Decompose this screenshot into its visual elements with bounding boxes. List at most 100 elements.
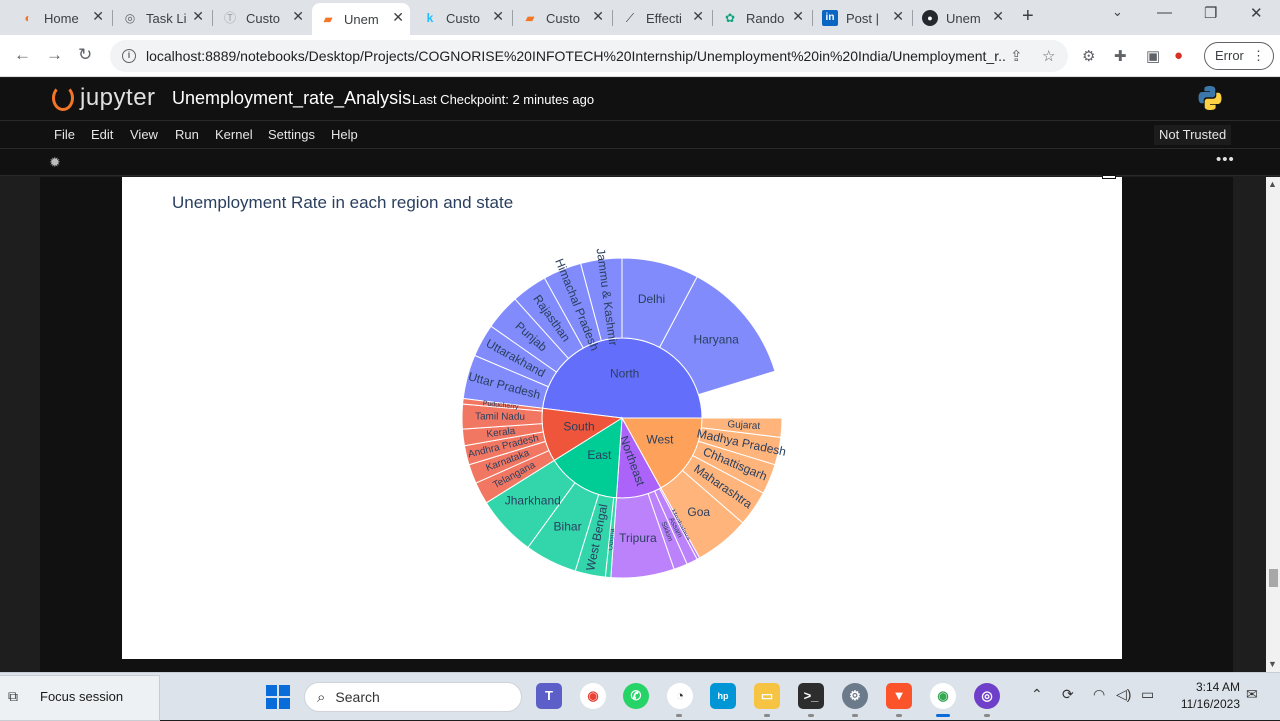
close-icon[interactable]: ✕: [992, 8, 1004, 25]
plot-toolbar-handle[interactable]: [1102, 175, 1116, 179]
region-label: East: [587, 448, 612, 462]
search-icon: ⌕: [317, 688, 326, 706]
close-icon[interactable]: ✕: [892, 8, 904, 25]
close-icon[interactable]: ✕: [792, 8, 804, 25]
jupyter-logo[interactable]: jupyter: [52, 84, 156, 112]
menu-settings[interactable]: Settings: [268, 127, 315, 142]
windows-start-icon[interactable]: [266, 685, 290, 709]
chrome-active-icon[interactable]: ◉: [930, 683, 956, 709]
state-label: Tripura: [619, 531, 657, 545]
scroll-down-icon[interactable]: ▼: [1268, 659, 1277, 669]
focus-label: Focus session: [40, 689, 124, 704]
back-arrow-icon[interactable]: ←: [14, 45, 31, 65]
tab-home[interactable]: ◐ Home ✕: [12, 5, 110, 31]
url-text: localhost:8889/notebooks/Desktop/Project…: [146, 48, 1006, 64]
menu-kernel[interactable]: Kernel: [215, 127, 253, 142]
tab-random[interactable]: ✿ Rando ✕: [714, 5, 810, 31]
info-icon[interactable]: i: [122, 49, 136, 63]
tab-custom-1[interactable]: Ⓣ Custo ✕: [214, 5, 310, 31]
reload-icon[interactable]: ↻: [78, 45, 92, 65]
menu-edit[interactable]: Edit: [91, 127, 113, 142]
volume-icon[interactable]: ◁): [1116, 686, 1131, 703]
bug-icon[interactable]: ✹: [49, 154, 61, 171]
notification-icon[interactable]: ✉: [1246, 686, 1258, 703]
url-bar[interactable]: i localhost:8889/notebooks/Desktop/Proje…: [110, 40, 1068, 72]
close-icon[interactable]: ✕: [292, 8, 304, 25]
wifi-icon[interactable]: ◠: [1093, 686, 1105, 703]
minimize-button[interactable]: —: [1157, 4, 1172, 21]
hp-icon[interactable]: hp: [710, 683, 736, 709]
close-icon[interactable]: ✕: [192, 8, 204, 25]
close-window-button[interactable]: ✕: [1250, 4, 1263, 22]
close-icon[interactable]: ✕: [592, 8, 604, 25]
region-label: West: [646, 433, 674, 447]
brave-icon[interactable]: ▼: [886, 683, 912, 709]
running-indicator: [764, 714, 770, 717]
taskbar-search[interactable]: ⌕ Search: [304, 682, 522, 712]
new-tab-button[interactable]: +: [1022, 5, 1034, 28]
globe-icon: ◎: [124, 11, 136, 25]
settings-gear-icon[interactable]: ⚙: [842, 683, 868, 709]
tab-label: Post |: [846, 10, 880, 26]
running-indicator: [896, 714, 902, 717]
vertical-scrollbar[interactable]: ▲ ▼: [1266, 177, 1280, 672]
teams-icon[interactable]: T: [536, 683, 562, 709]
running-indicator: [852, 714, 858, 717]
focus-session-widget[interactable]: ⧉ Focus session: [0, 675, 160, 721]
file-explorer-icon[interactable]: ▭: [754, 683, 780, 709]
plot-output: Unemployment Rate in each region and sta…: [122, 175, 1122, 659]
chart-icon: ⟋: [625, 11, 635, 25]
puzzle-icon[interactable]: ✚: [1114, 47, 1127, 65]
close-icon[interactable]: ✕: [92, 8, 104, 25]
sidebar-icon[interactable]: ▣: [1146, 47, 1160, 65]
menu-help[interactable]: Help: [331, 127, 358, 142]
chrome-icon[interactable]: ◉: [580, 683, 606, 709]
tab-unemployment-active[interactable]: ▰ Unem ✕: [312, 3, 410, 35]
avatar[interactable]: ●: [1174, 47, 1183, 64]
sunburst-chart[interactable]: NorthHaryanaDelhiJammu & KashmirHimachal…: [122, 177, 1122, 659]
chevron-up-icon[interactable]: ⌃: [1031, 686, 1043, 703]
tab-effective[interactable]: ⟋ Effecti ✕: [614, 5, 710, 31]
tab-task-list[interactable]: ◎ Task Li ✕: [114, 5, 210, 31]
scroll-up-icon[interactable]: ▲: [1268, 179, 1277, 189]
tab-github[interactable]: ● Unem ✕: [914, 5, 1010, 31]
system-clock[interactable]: 3:14 AM 11/16/2023: [1170, 679, 1240, 713]
more-icon[interactable]: •••: [1216, 151, 1235, 168]
tab-kaggle[interactable]: k Custo ✕: [414, 5, 510, 31]
state-label: Delhi: [638, 292, 665, 306]
close-icon[interactable]: ✕: [392, 9, 404, 26]
trust-status-button[interactable]: Not Trusted: [1154, 125, 1232, 145]
notebook-toolbar: ✹ •••: [0, 148, 1280, 176]
github-icon: ●: [922, 10, 938, 26]
restore-button[interactable]: ❐: [1204, 4, 1217, 22]
tab-custom-notebook[interactable]: ▰ Custo ✕: [514, 5, 610, 31]
tab-linkedin-post[interactable]: in Post | ✕: [814, 5, 910, 31]
menu-file[interactable]: File: [54, 127, 75, 142]
error-button[interactable]: Error ⋮: [1204, 42, 1274, 70]
notebook-title[interactable]: Unemployment_rate_Analysis: [172, 88, 411, 109]
sync-icon[interactable]: ⟳: [1062, 686, 1074, 703]
state-label: Tamil Nadu: [475, 411, 525, 422]
chevron-down-icon[interactable]: ⌄: [1112, 4, 1123, 20]
region-label: South: [563, 420, 594, 434]
running-indicator: [808, 714, 814, 717]
star-icon[interactable]: ☆: [1042, 47, 1055, 65]
battery-icon[interactable]: ▭: [1141, 686, 1154, 703]
openai-icon: ✿: [724, 11, 736, 25]
clock-app-icon[interactable]: ◔: [667, 683, 693, 709]
terminal-icon[interactable]: >_: [798, 683, 824, 709]
tab-label: Rando: [746, 10, 785, 26]
forward-arrow-icon[interactable]: →: [46, 45, 63, 65]
github-desktop-icon[interactable]: ◎: [974, 683, 1000, 709]
menu-run[interactable]: Run: [175, 127, 199, 142]
menu-view[interactable]: View: [130, 127, 158, 142]
tab-label: Custo: [246, 10, 280, 26]
active-indicator: [936, 714, 950, 717]
scroll-thumb[interactable]: [1269, 569, 1278, 587]
whatsapp-icon[interactable]: ✆: [623, 683, 649, 709]
extension-icon[interactable]: ⚙: [1082, 47, 1095, 65]
close-icon[interactable]: ✕: [692, 8, 704, 25]
share-icon[interactable]: ⇪: [1010, 47, 1023, 65]
close-icon[interactable]: ✕: [492, 8, 504, 25]
address-bar-row: ← → ↻ i localhost:8889/notebooks/Desktop…: [0, 35, 1280, 77]
